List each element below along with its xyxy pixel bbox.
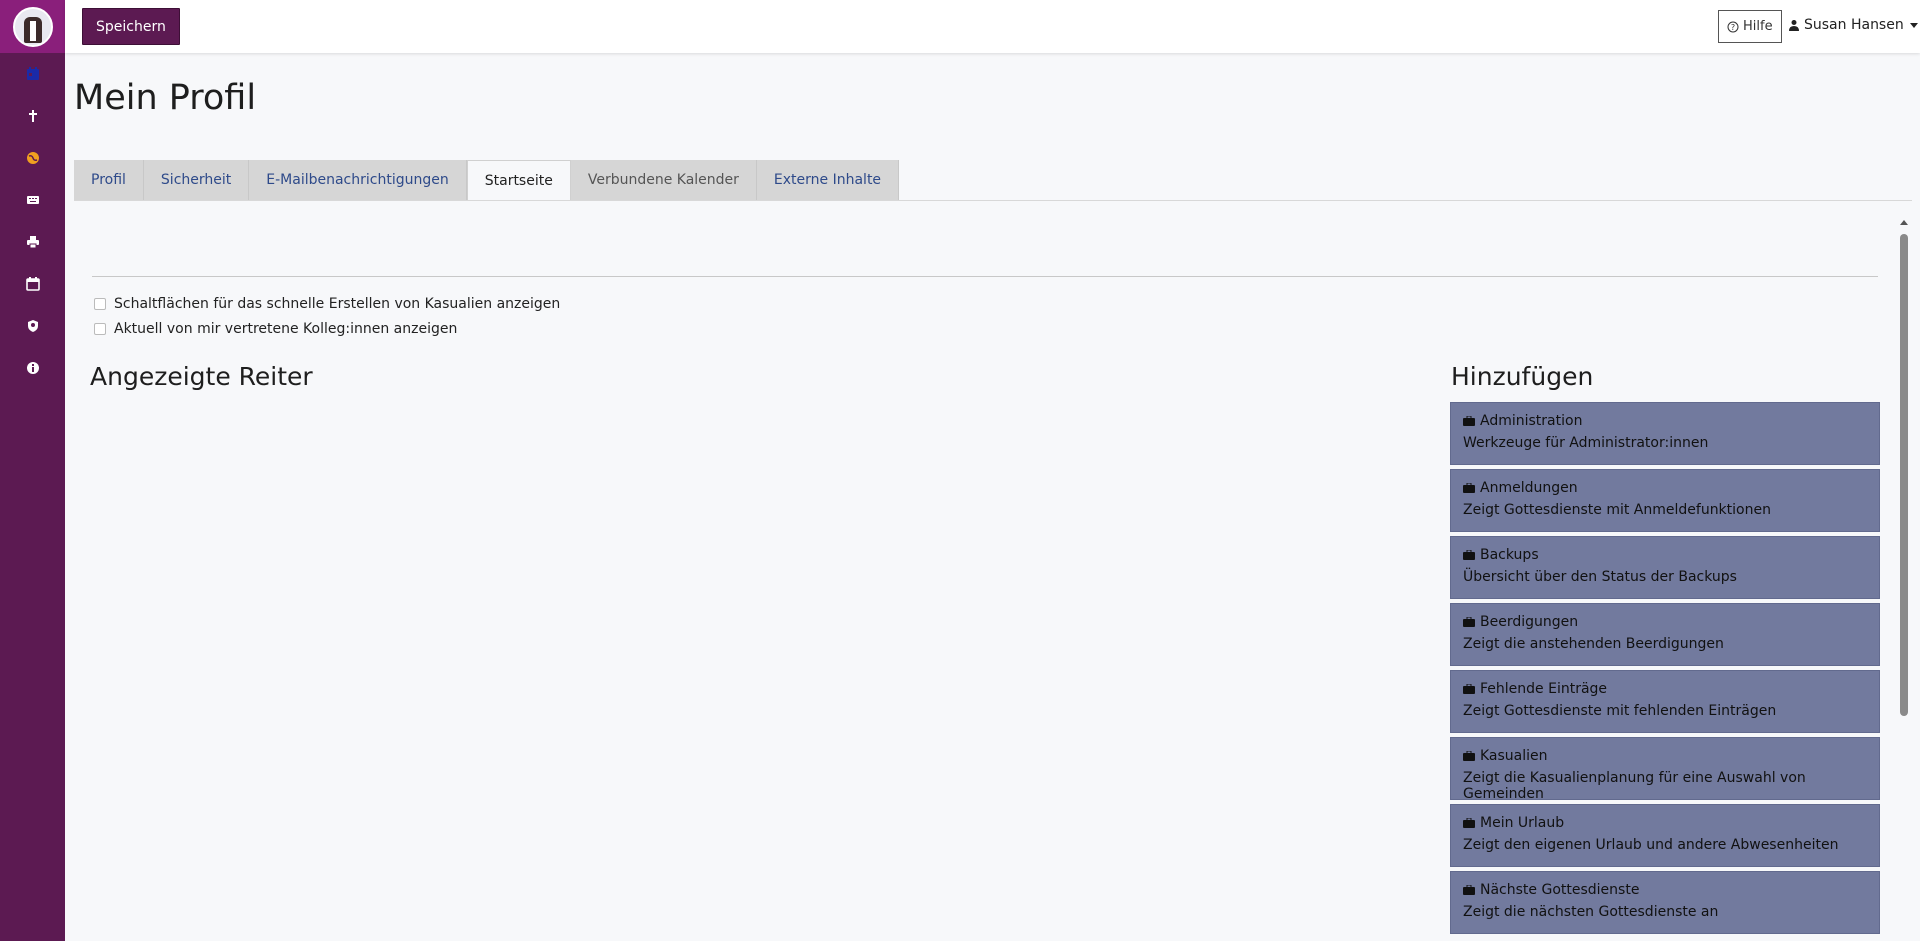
card-title: Nächste Gottesdienste	[1480, 882, 1640, 898]
substitutes-checkbox[interactable]	[94, 323, 106, 335]
card-description: Zeigt die anstehenden Beerdigungen	[1463, 636, 1724, 652]
briefcase-icon	[1463, 751, 1475, 761]
info-icon	[26, 362, 39, 374]
substitutes-label: Aktuell von mir vertretene Kolleg:innen …	[114, 321, 458, 337]
shown-tabs-title: Angezeigte Reiter	[90, 362, 313, 391]
briefcase-icon	[1463, 550, 1475, 560]
help-label: Hilfe	[1743, 19, 1773, 34]
briefcase-icon	[1463, 684, 1475, 694]
sidebar-item-info[interactable]	[0, 347, 65, 389]
briefcase-icon	[1463, 483, 1475, 493]
printer-icon	[26, 236, 39, 249]
option-quick-create[interactable]: Schaltflächen für das schnelle Erstellen…	[94, 296, 560, 312]
add-title: Hinzufügen	[1451, 362, 1594, 391]
sidebar	[0, 0, 65, 941]
scrollbar-thumb[interactable]	[1900, 234, 1908, 716]
profile-tabs: Profil Sicherheit E-Mailbenachrichtigung…	[74, 160, 900, 201]
quick-create-label: Schaltflächen für das schnelle Erstellen…	[114, 296, 561, 312]
tab-startseite[interactable]: Startseite	[466, 160, 571, 201]
sidebar-item-keyboard[interactable]	[0, 179, 65, 221]
help-button[interactable]: ? Hilfe	[1718, 10, 1782, 43]
globe-icon	[26, 152, 39, 164]
card-title: Anmeldungen	[1480, 480, 1578, 496]
card-description: Zeigt die nächsten Gottesdienste an	[1463, 904, 1719, 920]
sidebar-item-globe[interactable]	[0, 137, 65, 179]
tab-verbundene-kalender[interactable]: Verbundene Kalender	[570, 160, 757, 200]
card-description: Zeigt Gottesdienste mit Anmeldefunktione…	[1463, 502, 1771, 518]
top-navbar: Speichern ? Hilfe Susan Hansen	[65, 0, 1920, 53]
sidebar-item-cross[interactable]	[0, 95, 65, 137]
svg-text:?: ?	[1731, 23, 1735, 32]
add-card[interactable]: Fehlende Einträge Zeigt Gottesdienste mi…	[1450, 670, 1880, 733]
calendar-day-icon	[26, 67, 39, 80]
tab-emailbenachrichtigungen[interactable]: E-Mailbenachrichtigungen	[249, 160, 467, 200]
scroll-up-arrow-icon[interactable]	[1900, 220, 1908, 225]
user-shield-icon	[27, 320, 38, 332]
caret-down-icon	[1909, 22, 1918, 28]
page-title: Mein Profil	[74, 78, 257, 118]
add-card[interactable]: Backups Übersicht über den Status der Ba…	[1450, 536, 1880, 599]
calendar-icon	[25, 277, 40, 291]
add-card[interactable]: Administration Werkzeuge für Administrat…	[1450, 402, 1880, 465]
tab-sicherheit[interactable]: Sicherheit	[143, 160, 250, 200]
card-title: Kasualien	[1480, 748, 1548, 764]
card-title: Beerdigungen	[1480, 614, 1579, 630]
user-icon	[1789, 20, 1799, 31]
user-name: Susan Hansen	[1804, 17, 1904, 33]
sidebar-item-calendar[interactable]	[0, 263, 65, 305]
content-scrollbar[interactable]	[1898, 218, 1910, 941]
sidebar-item-printer[interactable]	[0, 221, 65, 263]
sidebar-item-calendar-day[interactable]	[0, 53, 65, 95]
add-card[interactable]: Mein Urlaub Zeigt den eigenen Urlaub und…	[1450, 804, 1880, 867]
logo-icon	[12, 6, 53, 47]
add-card[interactable]: Nächste Gottesdienste Zeigt die nächsten…	[1450, 871, 1880, 934]
option-substitutes[interactable]: Aktuell von mir vertretene Kolleg:innen …	[94, 321, 457, 337]
add-tab-list: Administration Werkzeuge für Administrat…	[1450, 402, 1880, 938]
user-menu[interactable]: Susan Hansen	[1788, 17, 1918, 33]
card-description: Übersicht über den Status der Backups	[1463, 569, 1737, 585]
sidebar-item-user-shield[interactable]	[0, 305, 65, 347]
question-circle-icon: ?	[1727, 21, 1739, 32]
card-description: Zeigt Gottesdienste mit fehlenden Einträ…	[1463, 703, 1777, 719]
logo[interactable]	[0, 0, 65, 53]
tab-profil[interactable]: Profil	[74, 160, 144, 200]
card-description: Zeigt die Kasualienplanung für eine Ausw…	[1463, 770, 1806, 802]
card-description: Werkzeuge für Administrator:innen	[1463, 435, 1709, 451]
cross-icon	[28, 110, 37, 122]
briefcase-icon	[1463, 617, 1475, 627]
tab-externe-inhalte[interactable]: Externe Inhalte	[756, 160, 900, 200]
card-title: Administration	[1480, 413, 1583, 429]
add-card[interactable]: Anmeldungen Zeigt Gottesdienste mit Anme…	[1450, 469, 1880, 532]
quick-create-checkbox[interactable]	[94, 298, 106, 310]
add-card[interactable]: Kasualien Zeigt die Kasualienplanung für…	[1450, 737, 1880, 802]
briefcase-icon	[1463, 885, 1475, 895]
card-title: Backups	[1480, 547, 1539, 563]
save-button[interactable]: Speichern	[82, 8, 180, 45]
card-title: Mein Urlaub	[1480, 815, 1565, 831]
briefcase-icon	[1463, 818, 1475, 828]
tabs-divider	[74, 200, 1912, 201]
briefcase-icon	[1463, 416, 1475, 426]
content-divider	[92, 276, 1878, 277]
keyboard-icon	[26, 196, 39, 204]
add-card[interactable]: Beerdigungen Zeigt die anstehenden Beerd…	[1450, 603, 1880, 666]
card-title: Fehlende Einträge	[1480, 681, 1608, 697]
card-description: Zeigt den eigenen Urlaub und andere Abwe…	[1463, 837, 1839, 853]
